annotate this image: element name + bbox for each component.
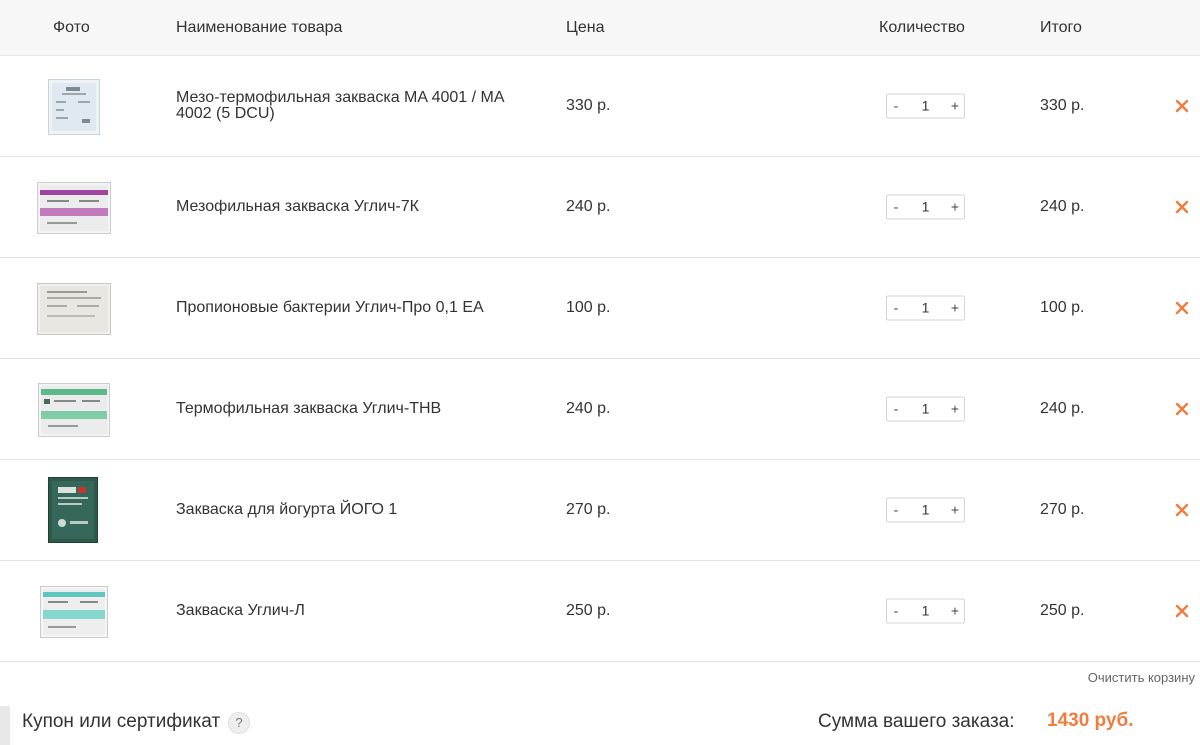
quantity-stepper: - 1 + (886, 497, 965, 523)
clear-cart-link[interactable]: Очистить корзину (1088, 670, 1195, 685)
row-total: 270 р. (1040, 501, 1085, 518)
quantity-stepper: - 1 + (886, 295, 965, 321)
remove-item-close-icon[interactable] (1174, 199, 1190, 215)
cart-row: Пропионовые бактерии Углич-Про 0,1 ЕА 10… (0, 258, 1200, 359)
quantity-stepper: - 1 + (886, 93, 965, 119)
product-name[interactable]: Мезофильная закваска Углич-7К (176, 199, 541, 215)
column-header-photo: Фото (53, 19, 90, 36)
increase-quantity-button[interactable]: + (946, 600, 964, 623)
product-price: 250 р. (566, 602, 611, 619)
white-sachet-plain-icon[interactable] (37, 283, 111, 335)
column-header-price: Цена (566, 19, 605, 36)
product-price: 330 р. (566, 97, 611, 114)
decrease-quantity-button[interactable]: - (887, 499, 905, 522)
product-name[interactable]: Закваска Углич-Л (176, 603, 541, 619)
white-sachet-teal-stripe-icon[interactable] (40, 586, 108, 638)
dark-green-sachet-icon[interactable] (48, 477, 98, 543)
decrease-quantity-button[interactable]: - (887, 600, 905, 623)
quantity-input[interactable]: 1 (905, 600, 946, 623)
coupon-toggle-marker[interactable] (0, 706, 10, 745)
quantity-input[interactable]: 1 (905, 297, 946, 320)
white-sachet-blue-label-icon[interactable] (48, 79, 100, 135)
remove-item-close-icon[interactable] (1174, 603, 1190, 619)
row-total: 240 р. (1040, 400, 1085, 417)
order-sum-value: 1430 руб. (1047, 710, 1134, 731)
decrease-quantity-button[interactable]: - (887, 398, 905, 421)
product-name[interactable]: Термофильная закваска Углич-ТНВ (176, 401, 541, 417)
quantity-stepper: - 1 + (886, 396, 965, 422)
cart-row: Мезофильная закваска Углич-7К 240 р. - 1… (0, 157, 1200, 258)
column-header-name: Наименование товара (176, 19, 343, 36)
quantity-input[interactable]: 1 (905, 499, 946, 522)
decrease-quantity-button[interactable]: - (887, 297, 905, 320)
product-price: 270 р. (566, 501, 611, 518)
row-total: 250 р. (1040, 602, 1085, 619)
decrease-quantity-button[interactable]: - (887, 95, 905, 118)
white-sachet-pink-stripe-icon[interactable] (37, 182, 111, 234)
quantity-input[interactable]: 1 (905, 196, 946, 219)
order-sum-label: Сумма вашего заказа: (818, 711, 1015, 732)
remove-item-close-icon[interactable] (1174, 502, 1190, 518)
cart-row: Закваска для йогурта ЙОГО 1 270 р. - 1 +… (0, 460, 1200, 561)
product-price: 240 р. (566, 198, 611, 215)
cart-table-header: Фото Наименование товара Цена Количество… (0, 0, 1200, 56)
row-total: 100 р. (1040, 299, 1085, 316)
column-header-total: Итого (1040, 19, 1082, 36)
row-total: 240 р. (1040, 198, 1085, 215)
increase-quantity-button[interactable]: + (946, 499, 964, 522)
cart-row: Мезо-термофильная закваска MA 4001 / MA … (0, 56, 1200, 157)
coupon-label[interactable]: Купон или сертификат (22, 711, 220, 733)
row-total: 330 р. (1040, 97, 1085, 114)
quantity-input[interactable]: 1 (905, 398, 946, 421)
increase-quantity-button[interactable]: + (946, 297, 964, 320)
cart-items: Мезо-термофильная закваска MA 4001 / MA … (0, 56, 1200, 662)
white-sachet-green-stripe-icon[interactable] (38, 383, 110, 437)
product-name[interactable]: Мезо-термофильная закваска MA 4001 / MA … (176, 90, 541, 122)
cart-row: Термофильная закваска Углич-ТНВ 240 р. -… (0, 359, 1200, 460)
increase-quantity-button[interactable]: + (946, 398, 964, 421)
quantity-stepper: - 1 + (886, 598, 965, 624)
product-price: 240 р. (566, 400, 611, 417)
cart-row: Закваска Углич-Л 250 р. - 1 + 250 р. (0, 561, 1200, 662)
remove-item-close-icon[interactable] (1174, 98, 1190, 114)
product-name[interactable]: Закваска для йогурта ЙОГО 1 (176, 502, 541, 518)
remove-item-close-icon[interactable] (1174, 300, 1190, 316)
help-question-icon[interactable]: ? (228, 712, 250, 734)
quantity-input[interactable]: 1 (905, 95, 946, 118)
product-price: 100 р. (566, 299, 611, 316)
quantity-stepper: - 1 + (886, 194, 965, 220)
decrease-quantity-button[interactable]: - (887, 196, 905, 219)
increase-quantity-button[interactable]: + (946, 95, 964, 118)
remove-item-close-icon[interactable] (1174, 401, 1190, 417)
product-name[interactable]: Пропионовые бактерии Углич-Про 0,1 ЕА (176, 300, 541, 316)
increase-quantity-button[interactable]: + (946, 196, 964, 219)
column-header-quantity: Количество (879, 19, 965, 36)
